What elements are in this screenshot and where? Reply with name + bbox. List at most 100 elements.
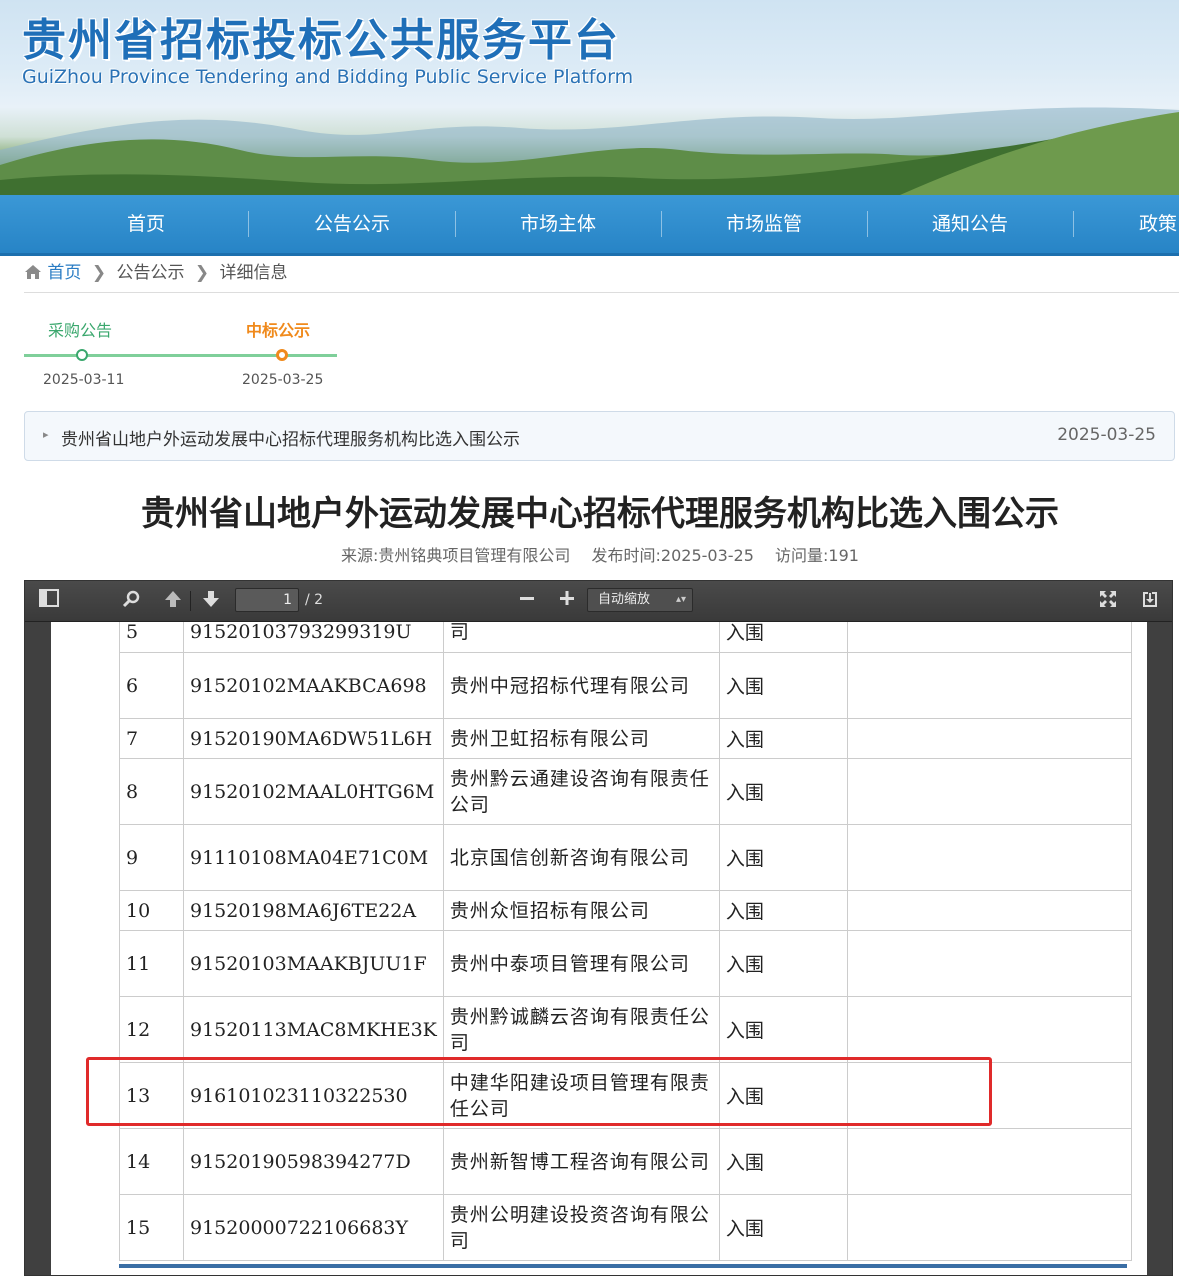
triangle-right-icon: ▸ [43, 428, 49, 441]
pdf-viewer: 1 / 2 自动缩放 ▴▾ 5 91520103793299319U 司入围 6 915… [24, 580, 1173, 1276]
breadcrumb-section[interactable]: 公告公示 [116, 263, 184, 283]
nav-item-market-supervision[interactable]: 市场监管 [661, 195, 867, 253]
page-number-input[interactable]: 1 [235, 588, 299, 612]
row-number-cell: 12 [119, 996, 184, 1063]
remark-cell [846, 1194, 1132, 1261]
result-cell: 入围 [718, 622, 848, 653]
company-name-cell: 贵州公明建设投资咨询有限公司 [442, 1194, 720, 1261]
timeline-step-date: 2025-03-11 [43, 372, 125, 388]
row-number-cell: 6 [119, 652, 184, 719]
select-caret-icon: ▴▾ [675, 594, 686, 605]
credit-code-cell: 91110108MA04E71C0M [183, 824, 444, 891]
table-row: 9 91110108MA04E71C0M 北京国信创新咨询有限公司 入围 [119, 824, 1132, 891]
result-table: 5 91520103793299319U 司入围 6 91520102MAAKBCA69… [119, 622, 1132, 1261]
next-page-icon[interactable] [199, 589, 223, 613]
timeline-line [24, 354, 337, 357]
zoom-select[interactable]: 自动缩放 ▴▾ [587, 588, 693, 612]
result-cell: 入围 [718, 824, 848, 891]
result-cell: 入围 [718, 930, 848, 997]
previous-page-icon[interactable] [161, 589, 185, 613]
chevron-right-icon: ❯ [91, 263, 107, 283]
zoom-in-icon[interactable] [555, 589, 579, 613]
result-cell: 入围 [718, 996, 848, 1063]
search-icon[interactable] [119, 589, 143, 613]
timeline-dot-active [276, 349, 288, 361]
row-number-cell: 9 [119, 824, 184, 891]
breadcrumb-current: 详细信息 [219, 263, 288, 283]
timeline-dot [76, 349, 88, 361]
divider [24, 292, 1179, 293]
nav-item-policies[interactable]: 政策 [1073, 195, 1179, 253]
credit-code-cell: 91520190MA6DW51L6H [183, 718, 444, 759]
table-row: 11 91520103MAAKBJUU1F 贵州中泰项目管理有限公司 入围 [119, 930, 1132, 997]
row-number-cell: 5 [119, 622, 184, 653]
sidebar-toggle-icon[interactable] [37, 589, 61, 613]
remark-cell [846, 758, 1132, 825]
remark-cell [846, 996, 1132, 1063]
home-icon [25, 265, 41, 279]
notice-item[interactable]: ▸ 贵州省山地户外运动发展中心招标代理服务机构比选入围公示 2025-03-25 [24, 411, 1175, 461]
company-name-cell: 贵州中泰项目管理有限公司 [442, 930, 720, 997]
download-icon[interactable] [1138, 589, 1162, 613]
remark-cell [846, 622, 1132, 653]
result-cell: 入围 [718, 758, 848, 825]
breadcrumb-home[interactable]: 首页 [47, 263, 81, 283]
article-visits: 访问量:191 [775, 546, 859, 565]
result-cell: 入围 [718, 718, 848, 759]
toolbar-divider [190, 591, 191, 611]
row-number-cell: 7 [119, 718, 184, 759]
credit-code-cell: 91520113MAC8MKHE3K [183, 996, 444, 1063]
zoom-select-value: 自动缩放 [598, 592, 651, 607]
table-row: 7 91520190MA6DW51L6H 贵州卫虹招标有限公司 入围 [119, 718, 1132, 759]
table-row: 6 91520102MAAKBCA698 贵州中冠招标代理有限公司 入围 [119, 652, 1132, 719]
nav-item-announcements[interactable]: 公告公示 [249, 195, 455, 253]
row-number-cell: 8 [119, 758, 184, 825]
remark-cell [846, 718, 1132, 759]
company-name-cell: 贵州新智博工程咨询有限公司 [442, 1128, 720, 1195]
row-number-cell: 14 [119, 1128, 184, 1195]
company-name-cell: 贵州卫虹招标有限公司 [442, 718, 720, 759]
company-name-cell: 贵州黔云通建设咨询有限责任公司 [442, 758, 720, 825]
article-source: 来源:贵州铭典项目管理有限公司 [341, 546, 571, 565]
nav-item-market-entities[interactable]: 市场主体 [455, 195, 661, 253]
company-name-cell: 贵州中冠招标代理有限公司 [442, 652, 720, 719]
remark-cell [846, 824, 1132, 891]
nav-item-home[interactable]: 首页 [43, 195, 249, 253]
table-row: 5 91520103793299319U 司入围 [119, 622, 1132, 653]
table-row: 12 91520113MAC8MKHE3K 贵州黔诚麟云咨询有限责任公司 入围 [119, 996, 1132, 1063]
row-number-cell: 15 [119, 1194, 184, 1261]
credit-code-cell: 91520103793299319U [183, 622, 444, 653]
article-title: 贵州省山地户外运动发展中心招标代理服务机构比选入围公示 [141, 494, 1059, 534]
pdf-page: 5 91520103793299319U 司入围 6 91520102MAAKBCA69… [51, 622, 1147, 1275]
remark-cell [846, 930, 1132, 997]
credit-code-cell: 91520102MAAL0HTG6M [183, 758, 444, 825]
row-number-cell: 10 [119, 890, 184, 931]
table-bottom-border [119, 1264, 1127, 1268]
timeline-step-date: 2025-03-25 [242, 372, 324, 388]
remark-cell [846, 1128, 1132, 1195]
company-name-cell: 贵州众恒招标有限公司 [442, 890, 720, 931]
table-row: 14 91520190598394277D 贵州新智博工程咨询有限公司 入围 [119, 1128, 1132, 1195]
highlight-annotation [86, 1057, 992, 1126]
row-number-cell: 11 [119, 930, 184, 997]
notice-date: 2025-03-25 [1057, 425, 1156, 445]
timeline-step-label[interactable]: 采购公告 [48, 317, 112, 341]
chevron-right-icon: ❯ [194, 263, 210, 283]
credit-code-cell: 91520198MA6J6TE22A [183, 890, 444, 931]
company-name-cell: 司 [442, 622, 720, 653]
nav-item-notices[interactable]: 通知公告 [867, 195, 1073, 253]
breadcrumb: 首页 ❯ 公告公示 ❯ 详细信息 [24, 260, 288, 286]
article-publish-time: 发布时间:2025-03-25 [591, 546, 754, 565]
zoom-out-icon[interactable] [515, 589, 539, 613]
fullscreen-icon[interactable] [1096, 589, 1120, 613]
result-cell: 入围 [718, 890, 848, 931]
notice-title[interactable]: 贵州省山地户外运动发展中心招标代理服务机构比选入围公示 [61, 425, 520, 450]
site-title: 贵州省招标投标公共服务平台 [22, 15, 620, 66]
site-banner: 贵州省招标投标公共服务平台 GuiZhou Province Tendering… [0, 0, 1179, 195]
timeline-step-label[interactable]: 中标公示 [246, 317, 310, 341]
page-total: / 2 [305, 592, 324, 608]
remark-cell [846, 890, 1132, 931]
credit-code-cell: 91520190598394277D [183, 1128, 444, 1195]
pdf-toolbar: 1 / 2 自动缩放 ▴▾ [25, 581, 1172, 622]
main-nav: 首页 公告公示 市场主体 市场监管 通知公告 政策 [0, 195, 1179, 256]
